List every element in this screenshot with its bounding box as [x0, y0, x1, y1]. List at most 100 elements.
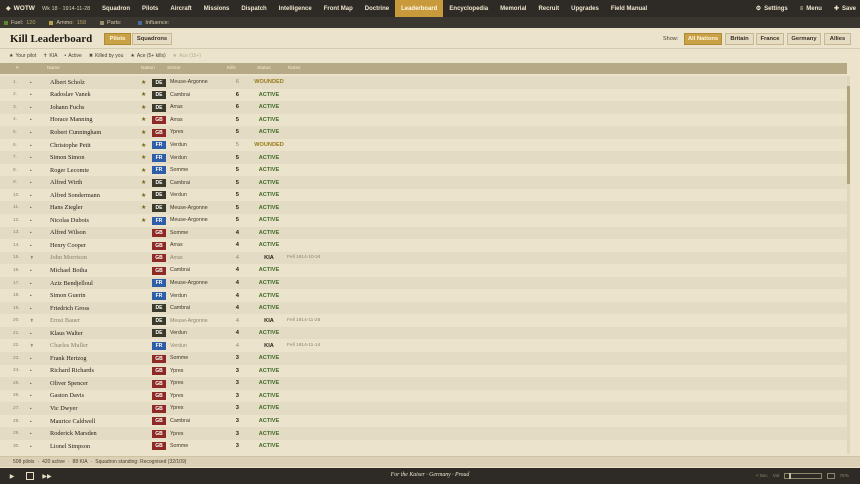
table-row[interactable]: 11. • Hans Ziegler ★ DE Meuse-Argonne 5 ACTIVE: [0, 201, 847, 215]
pilot-name[interactable]: Richard Richards: [50, 365, 94, 378]
pilot-name[interactable]: Nicolas Dubois: [50, 214, 89, 227]
table-row[interactable]: 26. • Gaston Davis GB Ypres 3 ACTIVE: [0, 389, 847, 403]
pilot-name[interactable]: Albert Scholz: [50, 76, 85, 89]
pilot-name[interactable]: Oliver Spencer: [50, 377, 88, 390]
scrollbar-thumb[interactable]: [847, 86, 850, 184]
pilot-name[interactable]: Henry Cooper: [50, 239, 86, 252]
table-row[interactable]: 4. • Horace Manning ★ GB Arras 5 ACTIVE: [0, 113, 847, 127]
nav-item-squadron[interactable]: Squadron: [96, 0, 136, 17]
table-row[interactable]: 15. ✝ John Morrison GB Arras 4 KIA Fell 1914-10…: [0, 251, 847, 265]
table-row[interactable]: 9. • Alfred Wirth ★ DE Cambrai 5 ACTIVE: [0, 176, 847, 189]
table-row[interactable]: 14. • Henry Cooper GB Arras 4 ACTIVE: [0, 239, 847, 252]
tab-squadrons[interactable]: Squadrons: [132, 33, 172, 45]
pilot-name[interactable]: Hans Ziegler: [50, 201, 83, 214]
table-row[interactable]: 22. ✝ Charles Muller FR Verdun 4 KIA Fell 1914-…: [0, 339, 847, 353]
nav-item-memorial[interactable]: Memorial: [494, 0, 532, 17]
volume-slider-knob[interactable]: [789, 473, 792, 479]
tab-pilots[interactable]: Pilots: [104, 33, 131, 45]
pilot-name[interactable]: Friedrich Gross: [50, 302, 89, 315]
col-sector[interactable]: Sector: [167, 66, 181, 71]
pilot-name[interactable]: Simon Guerin: [50, 289, 86, 302]
ace-star-icon: ★: [141, 192, 147, 199]
nav-item-front-map[interactable]: Front Map: [318, 0, 359, 17]
filter-allies[interactable]: Allies: [824, 33, 851, 45]
pilot-name[interactable]: Alfred Wilson: [50, 227, 86, 240]
col-kills[interactable]: Kills: [227, 66, 236, 71]
nav-item-field-manual[interactable]: Field Manual: [605, 0, 653, 17]
table-row[interactable]: 25. • Oliver Spencer GB Ypres 3 ACTIVE: [0, 377, 847, 390]
nav-item-recruit[interactable]: Recruit: [532, 0, 565, 17]
pilot-name[interactable]: Maurice Caldwell: [50, 415, 95, 428]
nav-item-doctrine[interactable]: Doctrine: [359, 0, 395, 17]
nav-item-dispatch[interactable]: Dispatch: [235, 0, 272, 17]
table-row[interactable]: 27. • Vic Dwyer GB Ypres 3 ACTIVE: [0, 402, 847, 415]
pilot-name[interactable]: Roger Lecomte: [50, 164, 89, 177]
active-dot-icon: •: [30, 393, 32, 399]
pilot-name[interactable]: Charles Muller: [50, 339, 88, 352]
zoom-toggle[interactable]: [827, 473, 836, 479]
table-row[interactable]: 2. • Radoslav Vanek ★ DE Cambrai 6 ACTIVE: [0, 88, 847, 102]
table-row[interactable]: 16. • Michael Botha GB Cambrai 4 ACTIVE: [0, 264, 847, 277]
pilot-name[interactable]: Aziz Bendjelloul: [50, 277, 93, 290]
col-name[interactable]: Name: [47, 66, 60, 71]
table-row[interactable]: 20. ✝ Ernst Bauer DE Meuse-Argonne 4 KIA Fell 1…: [0, 314, 847, 327]
table-row[interactable]: 12. • Nicolas Dubois ★ FR Meuse-Argonne 5 ACTIV…: [0, 214, 847, 227]
table-row[interactable]: 29. • Roderick Marsden GB Ypres 3 ACTIVE: [0, 427, 847, 440]
pilot-name[interactable]: Alfred Wirth: [50, 176, 82, 189]
table-row[interactable]: 3. • Johann Fuchs ★ DE Arras 6 ACTIVE: [0, 101, 847, 114]
table-row[interactable]: 10. • Alfred Sondermann ★ DE Verdun 5 ACTIVE: [0, 188, 847, 202]
col-nation[interactable]: Nation: [141, 66, 155, 71]
pilot-name[interactable]: Lionel Simpson: [50, 440, 90, 453]
table-row[interactable]: 7. • Simon Simon ★ FR Verdun 5 ACTIVE: [0, 151, 847, 164]
nav-item-missions[interactable]: Missions: [198, 0, 236, 17]
table-row[interactable]: 28. • Maurice Caldwell GB Cambrai 3 ACTIVE: [0, 414, 847, 428]
kills: 4: [235, 292, 239, 299]
col-rank[interactable]: #: [16, 66, 19, 71]
pilot-name[interactable]: Klaus Walter: [50, 327, 83, 340]
col-status[interactable]: Status: [257, 66, 271, 71]
nav-item-pilots[interactable]: Pilots: [136, 0, 164, 17]
table-row[interactable]: 21. • Klaus Walter DE Verdun 4 ACTIVE: [0, 326, 847, 340]
pilot-name[interactable]: Michael Botha: [50, 264, 87, 277]
col-notes[interactable]: Notes: [288, 66, 301, 71]
table-row[interactable]: 13. • Alfred Wilson GB Somme 4 ACTIVE: [0, 226, 847, 240]
pilot-name[interactable]: John Morrison: [50, 252, 87, 265]
table-row[interactable]: 24. • Richard Richards GB Ypres 3 ACTIVE: [0, 364, 847, 378]
pilot-name[interactable]: Christophe Petit: [50, 139, 91, 152]
table-row[interactable]: 17. • Aziz Bendjelloul FR Meuse-Argonne 4 ACTI…: [0, 276, 847, 290]
pilot-name[interactable]: Gaston Davis: [50, 390, 84, 403]
filter-all-nations[interactable]: All Nations: [684, 33, 722, 45]
filter-germany[interactable]: Germany: [787, 33, 821, 45]
filter-france[interactable]: France: [756, 33, 784, 45]
nation-badge: GB: [152, 417, 166, 426]
settings-button[interactable]: ⚙ Settings: [756, 5, 788, 13]
table-row[interactable]: 18. • Simon Guerin FR Verdun 4 ACTIVE: [0, 289, 847, 302]
pilot-name[interactable]: Johann Fuchs: [50, 101, 84, 114]
table-row[interactable]: 23. • Frank Hertzog GB Somme 3 ACTIVE: [0, 352, 847, 365]
pilot-name[interactable]: Radoslav Vanek: [50, 89, 91, 102]
nav-item-aircraft[interactable]: Aircraft: [164, 0, 197, 17]
pilot-name[interactable]: Vic Dwyer: [50, 402, 77, 415]
table-row[interactable]: 8. • Roger Lecomte ★ FR Somme 5 ACTIVE: [0, 163, 847, 177]
filter-britain[interactable]: Britain: [725, 33, 754, 45]
table-row[interactable]: 5. • Robert Cunningham ★ GB Ypres 5 ACTIVE: [0, 126, 847, 139]
menu-button[interactable]: ≡ Menu: [800, 6, 822, 12]
nav-item-upgrades[interactable]: Upgrades: [565, 0, 605, 17]
save-button[interactable]: ✚ Save: [834, 5, 856, 13]
volume-slider[interactable]: [784, 473, 823, 479]
nav-item-encyclopedia[interactable]: Encyclopedia: [443, 0, 494, 17]
nav-item-leaderboard[interactable]: Leaderboard: [395, 0, 444, 17]
pilot-name[interactable]: Horace Manning: [50, 114, 93, 127]
table-row[interactable]: 19. • Friedrich Gross DE Cambrai 4 ACTIVE: [0, 301, 847, 315]
pilot-name[interactable]: Simon Simon: [50, 151, 84, 164]
table-row[interactable]: 6. • Christophe Petit ★ FR Verdun 5 WOUNDED: [0, 138, 847, 152]
table-row[interactable]: 1. • Albert Scholz ★ DE Meuse-Argonne 6 WOUNDED: [0, 76, 847, 89]
pilot-name[interactable]: Roderick Marsden: [50, 427, 97, 440]
pilot-name[interactable]: Ernst Bauer: [50, 314, 80, 327]
pilot-name[interactable]: Frank Hertzog: [50, 352, 87, 365]
pilot-name[interactable]: Robert Cunningham: [50, 126, 101, 139]
pilot-name[interactable]: Alfred Sondermann: [50, 189, 100, 202]
app-brand[interactable]: ◆ WOTW: [0, 5, 42, 12]
nav-item-intelligence[interactable]: Intelligence: [273, 0, 318, 17]
table-row[interactable]: 30. • Lionel Simpson GB Somme 3 ACTIVE: [0, 439, 847, 453]
